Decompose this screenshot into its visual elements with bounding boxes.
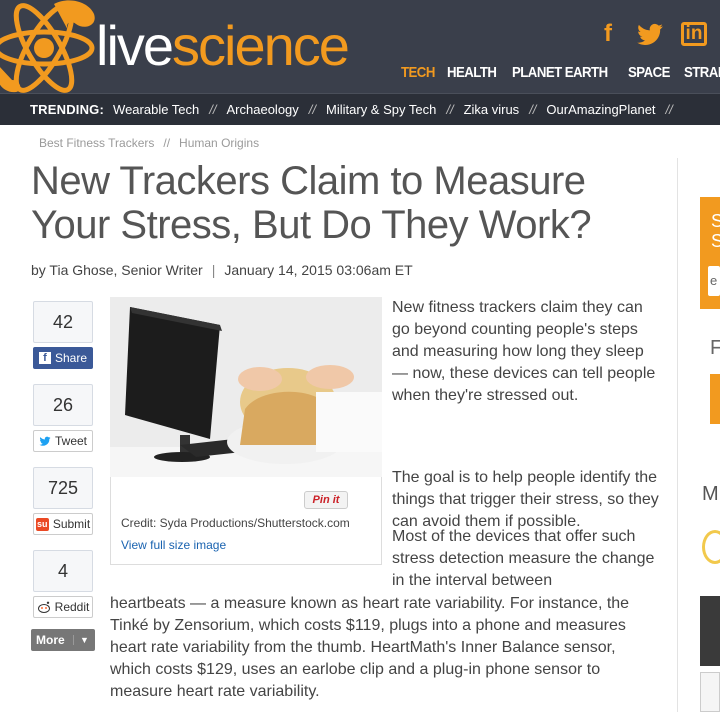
sidebar-heading-f: F	[710, 337, 720, 359]
breadcrumb: Best Fitness Trackers // Human Origins	[39, 136, 259, 150]
author[interactable]: by Tia Ghose, Senior Writer	[31, 262, 203, 278]
publish-date: January 14, 2015 03:06am ET	[224, 262, 413, 278]
newsletter-heading: S S	[711, 211, 720, 251]
trending-label: TRENDING:	[30, 102, 105, 117]
breadcrumb-separator: //	[163, 136, 171, 150]
stumbleupon-count: 725	[33, 467, 93, 509]
atom-logo-icon[interactable]	[0, 0, 106, 93]
facebook-icon: f	[38, 352, 51, 364]
more-share-button[interactable]: More ▼	[31, 629, 95, 651]
facebook-share-button[interactable]: f Share	[33, 347, 93, 369]
facebook-share-label: Share	[54, 351, 88, 365]
facebook-icon[interactable]: f	[594, 20, 622, 48]
column-divider	[677, 158, 678, 712]
stressed-woman-at-computer-image	[110, 297, 382, 477]
sidebar-logo-icon[interactable]	[702, 530, 720, 564]
trending-item-ouramazingplanet[interactable]: OurAmazingPlanet	[546, 102, 655, 117]
article-paragraph: Most of the devices that offer such stre…	[392, 528, 655, 589]
nav-planet-earth[interactable]: PLANET EARTH	[512, 64, 608, 81]
article-title: New Trackers Claim to Measure Your Stres…	[31, 159, 592, 247]
reddit-count: 4	[33, 550, 93, 592]
breadcrumb-human-origins[interactable]: Human Origins	[179, 136, 259, 150]
reddit-button[interactable]: Reddit	[33, 596, 93, 618]
sidebar-thumbnail[interactable]	[700, 672, 720, 712]
trending-separator: //	[665, 102, 673, 117]
chevron-down-icon: ▼	[73, 635, 95, 645]
byline: by Tia Ghose, Senior Writer | January 14, …	[31, 262, 413, 278]
submit-label: Submit	[52, 517, 91, 531]
sidebar-heading-m: M	[702, 483, 719, 505]
trending-item-archaeology[interactable]: Archaeology	[227, 102, 299, 117]
pin-it-button[interactable]: Pin it	[304, 491, 348, 509]
tweet-button[interactable]: Tweet	[33, 430, 93, 452]
stumbleupon-submit-button[interactable]: su Submit	[33, 513, 93, 535]
article-paragraph: heartbeats — a measure known as heart ra…	[110, 595, 630, 700]
view-full-size-link[interactable]: View full size image	[121, 538, 226, 552]
stumbleupon-share: 725 su Submit	[33, 467, 93, 538]
trending-item-wearable-tech[interactable]: Wearable Tech	[113, 102, 199, 117]
trending-item-zika-virus[interactable]: Zika virus	[464, 102, 520, 117]
logo-live-text: live	[96, 14, 174, 77]
byline-separator: |	[211, 262, 216, 278]
nav-health[interactable]: HEALTH	[447, 64, 497, 81]
facebook-share: 42 f Share	[33, 301, 93, 372]
article-paragraph: New fitness trackers claim they can go b…	[392, 299, 656, 404]
main-nav: TECH HEALTH PLANET EARTH SPACE STRANGE N…	[401, 64, 720, 81]
nav-tech[interactable]: TECH	[401, 64, 435, 81]
reddit-share: 4 Reddit	[33, 550, 93, 621]
trending-separator: //	[209, 102, 217, 117]
newsletter-email-input[interactable]: e	[708, 266, 720, 296]
twitter-icon[interactable]	[636, 20, 664, 48]
nav-space[interactable]: SPACE	[628, 64, 670, 81]
sidebar-promo-button[interactable]	[710, 374, 720, 424]
site-logo[interactable]: livescience	[96, 14, 350, 78]
sidebar-thumbnail[interactable]	[700, 596, 720, 666]
stumbleupon-icon: su	[35, 517, 49, 531]
logo-science-text: science	[172, 14, 350, 77]
breadcrumb-best-fitness-trackers[interactable]: Best Fitness Trackers	[39, 136, 154, 150]
image-credit: Credit: Syda Productions/Shutterstock.co…	[121, 516, 350, 530]
trending-item-military-spy-tech[interactable]: Military & Spy Tech	[326, 102, 436, 117]
twitter-icon	[39, 436, 51, 446]
trending-separator: //	[529, 102, 537, 117]
article-paragraph: The goal is to help people identify the …	[392, 469, 659, 530]
nav-strange-news[interactable]: STRANGE NEWS	[684, 64, 720, 81]
site-header: livescience f in TECH HEALTH PLANET EART…	[0, 0, 720, 93]
trending-separator: //	[308, 102, 317, 117]
twitter-count: 26	[33, 384, 93, 426]
article-photo[interactable]	[110, 297, 382, 477]
twitter-share: 26 Tweet	[33, 384, 93, 455]
linkedin-icon[interactable]: in	[680, 20, 708, 48]
trending-separator: //	[446, 102, 454, 117]
more-label: More	[36, 633, 65, 647]
figure-caption-box: Pin it Credit: Syda Productions/Shutters…	[110, 477, 382, 565]
tweet-label: Tweet	[54, 434, 87, 448]
trending-bar: TRENDING: Wearable Tech // Archaeology /…	[0, 93, 720, 125]
article-figure: Pin it Credit: Syda Productions/Shutters…	[110, 297, 382, 565]
facebook-count: 42	[33, 301, 93, 343]
reddit-icon	[37, 601, 50, 613]
reddit-label: Reddit	[54, 600, 90, 614]
